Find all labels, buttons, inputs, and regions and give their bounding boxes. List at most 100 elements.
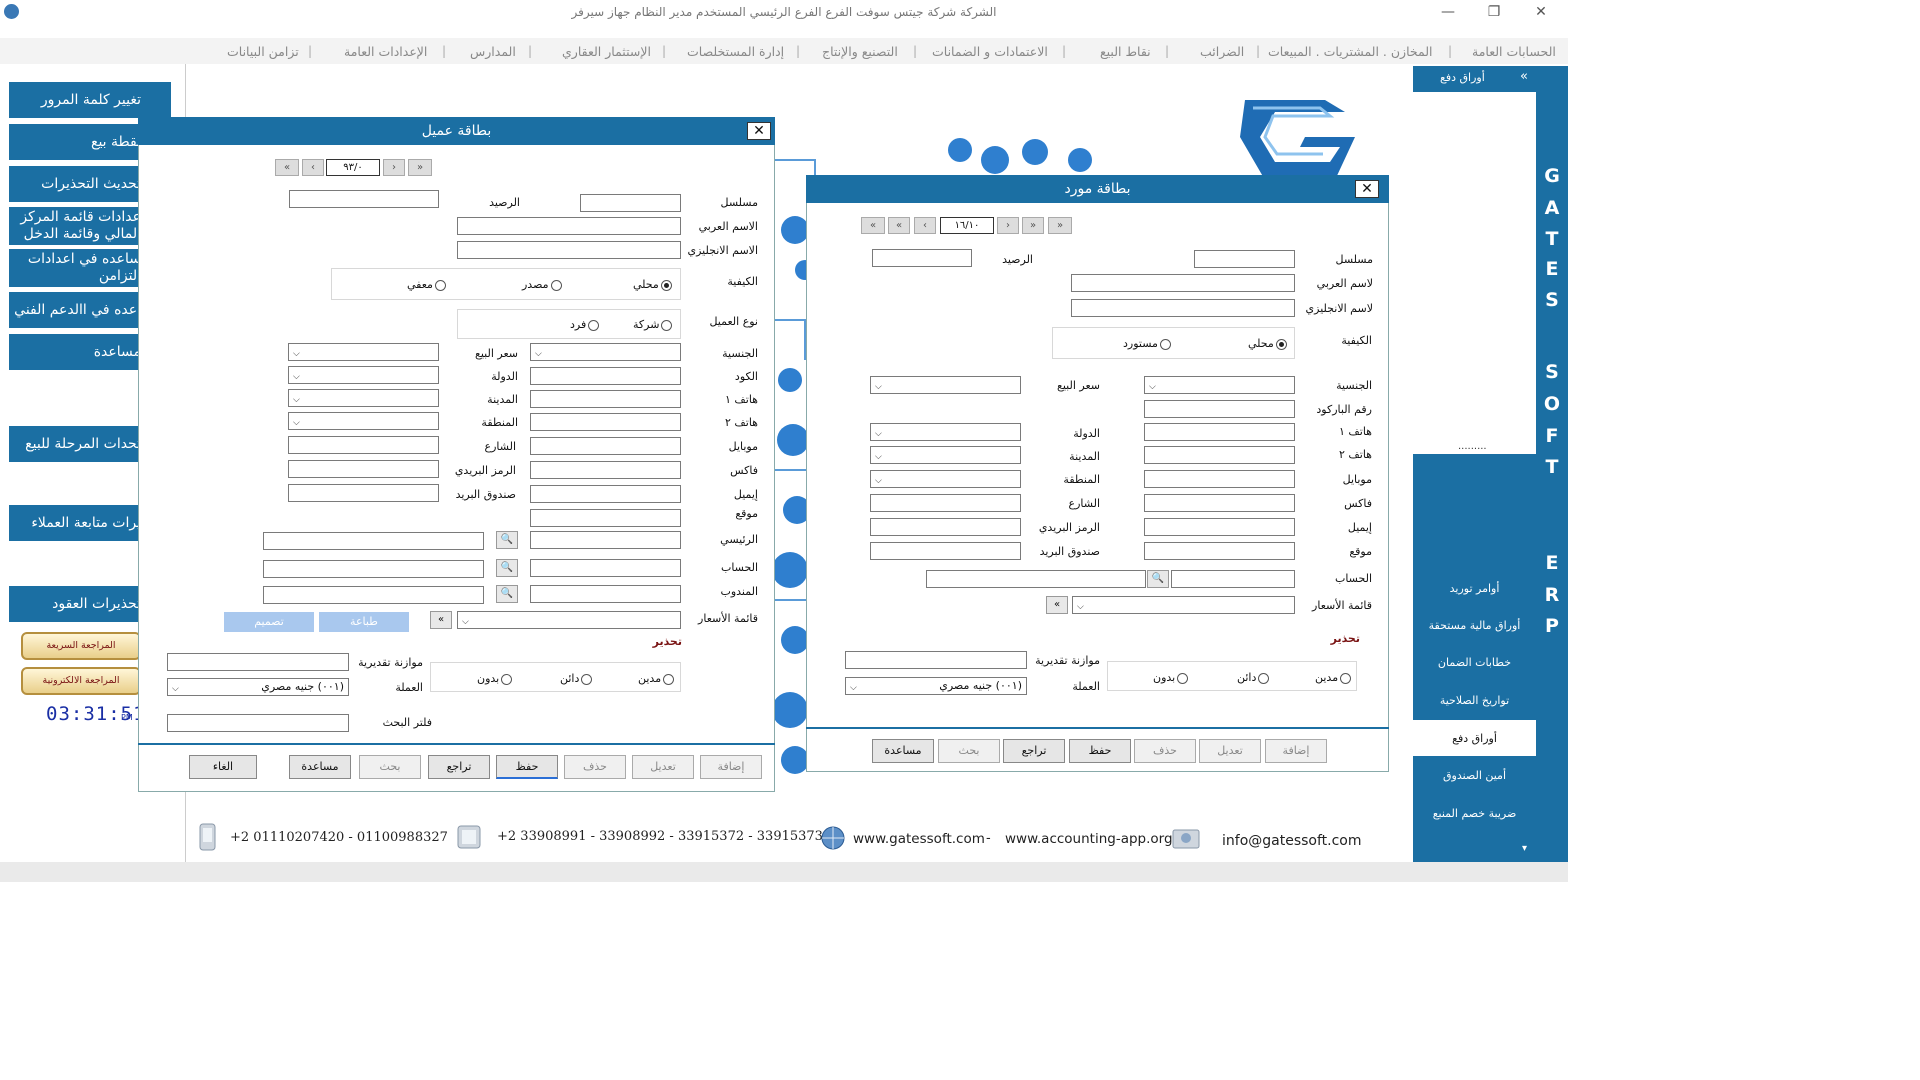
s-nav-prev2-button[interactable]: ‹ — [914, 217, 936, 234]
quick-review-button[interactable]: المراجعة السريعة — [21, 632, 141, 660]
credit-radio[interactable]: دائن — [560, 672, 593, 685]
phone2-field[interactable] — [530, 413, 681, 431]
english-name-field[interactable] — [457, 241, 681, 259]
s-none-radio[interactable]: بدون — [1153, 671, 1189, 684]
arabic-name-field[interactable] — [457, 217, 681, 235]
s-debit-radio[interactable]: مدين — [1315, 671, 1352, 684]
nav-first-button[interactable]: « — [275, 159, 299, 176]
menu-item-pos[interactable]: نقاط البيع — [1100, 44, 1151, 59]
nav-prev-button[interactable]: ‹ — [302, 159, 324, 176]
collapse-panel-button[interactable]: « — [1520, 69, 1528, 84]
s-help-button[interactable]: مساعدة — [872, 739, 934, 763]
client-individual-radio[interactable]: فرد — [570, 318, 600, 331]
s-balance-field[interactable] — [872, 249, 972, 267]
price-list-expand-button[interactable]: « — [430, 611, 452, 629]
rep-name-field[interactable] — [263, 586, 484, 604]
website-field[interactable] — [530, 509, 681, 527]
menu-item-taxes[interactable]: الضرائب — [1200, 44, 1244, 59]
serial-field[interactable] — [580, 194, 681, 212]
close-window-button[interactable]: ✕ — [1518, 0, 1564, 24]
s-website-field[interactable] — [1144, 542, 1295, 560]
menu-item-general-accounts[interactable]: الحسابات العامة — [1472, 44, 1556, 59]
footer-website-2[interactable]: www.accounting-app.org — [1005, 831, 1173, 847]
menu-item-real-estate[interactable]: الإستثمار العقاري — [562, 44, 651, 59]
s-sale-price-select[interactable]: ⌵ — [870, 376, 1021, 394]
s-credit-radio[interactable]: دائن — [1237, 671, 1270, 684]
type-exempt-radio[interactable]: معفي — [407, 278, 446, 291]
s-nationality-select[interactable]: ⌵ — [1144, 376, 1295, 394]
client-company-radio[interactable]: شركة — [633, 318, 673, 331]
print-button[interactable]: طباعة — [319, 612, 409, 632]
s-type-local-radio[interactable]: محلي — [1248, 337, 1287, 350]
rp-item-guarantee-letters[interactable]: خطابات الضمان — [1413, 656, 1536, 669]
search-filter-field[interactable] — [167, 714, 349, 732]
s-edit-button[interactable]: تعديل — [1199, 739, 1261, 763]
nationality-select[interactable]: ⌵ — [530, 343, 681, 361]
s-nav-prev-button[interactable]: « — [888, 217, 910, 234]
menu-item-extracts[interactable]: إدارة المستخلصات — [687, 44, 784, 59]
s-est-balance-field[interactable] — [845, 651, 1027, 669]
s-street-field[interactable] — [870, 494, 1021, 512]
restore-button[interactable]: ❐ — [1471, 0, 1517, 24]
s-delete-button[interactable]: حذف — [1134, 739, 1196, 763]
menu-item-guarantees[interactable]: الاعتمادات و الضمانات — [932, 44, 1048, 59]
s-arabic-name-field[interactable] — [1071, 274, 1295, 292]
s-postal-field[interactable] — [870, 518, 1021, 536]
fax-field[interactable] — [530, 461, 681, 479]
s-serial-field[interactable] — [1194, 250, 1295, 268]
s-nav-next2-button[interactable]: » — [1022, 217, 1044, 234]
s-currency-select[interactable]: ⌵ (٠٠١) جنيه مصري — [845, 677, 1027, 695]
region-select[interactable]: ⌵ — [288, 412, 439, 430]
save-button[interactable]: حفظ — [496, 755, 558, 779]
s-price-list-expand-button[interactable]: « — [1046, 596, 1068, 614]
price-list-select[interactable]: ⌵ — [457, 611, 681, 629]
s-nav-last-button[interactable]: » — [1048, 217, 1072, 234]
s-city-select[interactable]: ⌵ — [870, 446, 1021, 464]
s-account-name-field[interactable] — [926, 570, 1146, 588]
nav-last-button[interactable]: » — [408, 159, 432, 176]
none-radio[interactable]: بدون — [477, 672, 513, 685]
email-field[interactable] — [530, 485, 681, 503]
minimize-button[interactable]: — — [1425, 0, 1471, 24]
panel-splitter[interactable]: ......... — [1458, 441, 1487, 452]
menu-item-general-settings[interactable]: الإعدادات العامة — [344, 44, 427, 59]
nav-next-button[interactable]: › — [383, 159, 405, 176]
s-account-field[interactable] — [1171, 570, 1295, 588]
scroll-down-arrow[interactable]: ▾ — [1522, 843, 1527, 854]
main-name-field[interactable] — [263, 532, 484, 550]
s-english-name-field[interactable] — [1071, 299, 1295, 317]
supplier-close-button[interactable]: ✕ — [1355, 180, 1379, 198]
est-balance-field[interactable] — [167, 653, 349, 671]
s-country-select[interactable]: ⌵ — [870, 423, 1021, 441]
s-email-field[interactable] — [1144, 518, 1295, 536]
menu-item-schools[interactable]: المدارس — [470, 44, 516, 59]
account-search-button[interactable]: 🔍 — [496, 559, 518, 577]
rp-item-cashier[interactable]: أمين الصندوق — [1413, 769, 1536, 782]
currency-select[interactable]: ⌵ (٠٠١) جنيه مصري — [167, 678, 349, 696]
help-dialog-button[interactable]: مساعدة — [289, 755, 351, 779]
main-search-button[interactable]: 🔍 — [496, 531, 518, 549]
rp-item-expiry-dates[interactable]: تواريخ الصلاحية — [1413, 694, 1536, 707]
s-region-select[interactable]: ⌵ — [870, 470, 1021, 488]
search-button[interactable]: بحث — [359, 755, 421, 779]
rp-item-withholding-tax[interactable]: ضريبة خصم المنبع — [1413, 807, 1536, 820]
postal-field[interactable] — [288, 460, 439, 478]
s-search-button[interactable]: بحث — [938, 739, 1000, 763]
s-save-button[interactable]: حفظ — [1069, 739, 1131, 763]
cancel-button[interactable]: الغاء — [189, 755, 257, 779]
account-name-field[interactable] — [263, 560, 484, 578]
e-review-button[interactable]: المراجعة الالكترونية — [21, 667, 141, 695]
type-local-radio[interactable]: محلي — [633, 278, 672, 291]
account-field[interactable] — [530, 559, 681, 577]
s-add-button[interactable]: إضافة — [1265, 739, 1327, 763]
menu-item-manufacturing[interactable]: التصنيع والإنتاج — [822, 44, 898, 59]
s-price-list-select[interactable]: ⌵ — [1072, 596, 1295, 614]
city-select[interactable]: ⌵ — [288, 389, 439, 407]
balance-field[interactable] — [289, 190, 439, 208]
rp-item-purchase-orders[interactable]: أوامر توريد — [1413, 582, 1536, 595]
rp-item-payment-papers[interactable]: أوراق دفع — [1413, 732, 1536, 745]
edit-button[interactable]: تعديل — [632, 755, 694, 779]
s-type-import-radio[interactable]: مستورد — [1123, 337, 1171, 350]
s-fax-field[interactable] — [1144, 494, 1295, 512]
design-button[interactable]: تصميم — [224, 612, 314, 632]
